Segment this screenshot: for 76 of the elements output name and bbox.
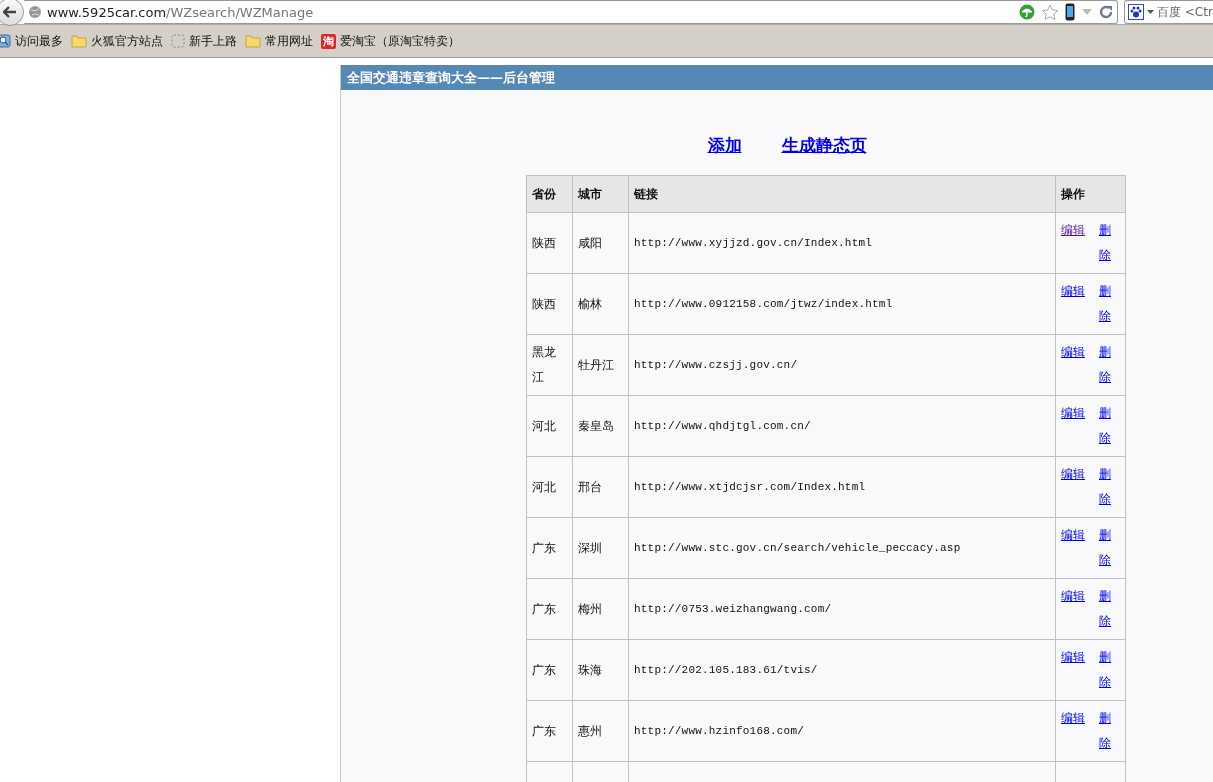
table-cell: 黑龙江: [526, 334, 573, 396]
column-header: 操作: [1055, 175, 1126, 213]
edit-link[interactable]: 编辑: [1061, 645, 1085, 670]
table-cell: http://www.xtjdcjsr.com/Index.html: [628, 456, 1056, 518]
reload-icon[interactable]: [1099, 5, 1113, 19]
column-header: 省份: [526, 175, 573, 213]
generate-static-page-link[interactable]: 生成静态页: [781, 134, 867, 157]
edit-link[interactable]: 编辑: [1061, 218, 1085, 243]
table-cell: 广东: [526, 639, 573, 701]
delete-link[interactable]: 删除: [1099, 401, 1113, 451]
folder-icon: [245, 34, 261, 48]
delete-link[interactable]: 删除: [1099, 218, 1113, 268]
table-cell: 牡丹江: [572, 334, 629, 396]
table-cell: 广东: [526, 700, 573, 762]
table-cell: 榆林: [572, 273, 629, 335]
table-cell: http://202.105.183.61/tvis/: [628, 639, 1056, 701]
address-bar[interactable]: www.5925car.com/WZsearch/WZManage: [24, 0, 1118, 24]
table-cell: http://www.xyjjzd.gov.cn/Index.html: [628, 212, 1056, 274]
table-cell: 河北: [526, 456, 573, 518]
edit-link[interactable]: 编辑: [1061, 401, 1085, 426]
delete-link[interactable]: 删除: [1099, 523, 1113, 573]
table-cell: http://0753.weizhangwang.com/: [628, 578, 1056, 640]
table-cell: 珠海: [572, 639, 629, 701]
delete-link[interactable]: 删除: [1099, 706, 1113, 756]
table-cell: 河北: [526, 395, 573, 457]
table-cell: 广东: [526, 578, 573, 640]
delete-link[interactable]: 删除: [1099, 340, 1113, 390]
delete-link[interactable]: 删除: [1099, 584, 1113, 634]
table-cell: http://www.czsjj.gov.cn/: [628, 334, 1056, 396]
url-host: www.5925car.com: [47, 4, 167, 20]
bookmark-link[interactable]: 爱淘宝（原淘宝特卖）: [340, 32, 460, 50]
table-cell: 广东: [526, 517, 573, 579]
search-box[interactable]: 百度 <Ctr: [1124, 0, 1213, 24]
table-cell: 陕西: [526, 212, 573, 274]
column-header: 城市: [572, 175, 629, 213]
panel-title: 全国交通违章查询大全——后台管理: [341, 65, 1213, 90]
phone-icon[interactable]: [1065, 3, 1075, 21]
caret-icon[interactable]: [1147, 10, 1154, 14]
blank-page-icon: [171, 34, 185, 48]
edit-link[interactable]: 编辑: [1061, 584, 1085, 609]
paw-icon: [1128, 4, 1144, 20]
table-cell: http://www.stc.gov.cn/search/vehicle_peccacy.asp: [628, 517, 1056, 579]
bookmark-link[interactable]: 新手上路: [189, 32, 237, 50]
delete-link[interactable]: 删除: [1099, 645, 1113, 695]
add-link[interactable]: 添加: [707, 134, 742, 157]
column-header: 链接: [628, 175, 1056, 213]
shop-logo-icon: 淘: [321, 33, 336, 49]
delete-link[interactable]: 删除: [1099, 279, 1113, 329]
table-cell: 秦皇岛: [572, 395, 629, 457]
delete-link[interactable]: 删除: [1099, 462, 1113, 512]
search-icon: [0, 34, 11, 48]
umbrella-icon[interactable]: [1019, 4, 1035, 20]
edit-link[interactable]: 编辑: [1061, 462, 1085, 487]
table-cell: 深圳: [572, 517, 629, 579]
table-cell: 梅州: [572, 578, 629, 640]
edit-link[interactable]: 编辑: [1061, 523, 1085, 548]
edit-link[interactable]: 编辑: [1061, 706, 1085, 731]
folder-icon: [71, 34, 87, 48]
table-cell: 咸阳: [572, 212, 629, 274]
edit-link[interactable]: 编辑: [1061, 279, 1085, 304]
table-cell: http://www.0912158.com/jtwz/index.html: [628, 273, 1056, 335]
table-cell: 惠州: [572, 700, 629, 762]
bookmark-link[interactable]: 访问最多: [15, 32, 63, 50]
back-arrow-icon: [3, 6, 17, 18]
search-engine-label: 百度 <Ctr: [1157, 3, 1213, 21]
edit-link[interactable]: 编辑: [1061, 340, 1085, 365]
table-cell: http://www.hzinfo168.com/: [628, 700, 1056, 762]
table-cell: http://www.qhdjtgl.com.cn/: [628, 395, 1056, 457]
url-path: /WZsearch/WZManage: [166, 4, 314, 20]
globe-icon: [28, 5, 42, 19]
table-cell: 陕西: [526, 273, 573, 335]
bookmark-link[interactable]: 常用网址: [265, 32, 313, 50]
back-button[interactable]: [0, 0, 24, 26]
star-icon[interactable]: [1041, 3, 1059, 21]
bookmark-link[interactable]: 火狐官方站点: [91, 32, 163, 50]
table-cell: 邢台: [572, 456, 629, 518]
